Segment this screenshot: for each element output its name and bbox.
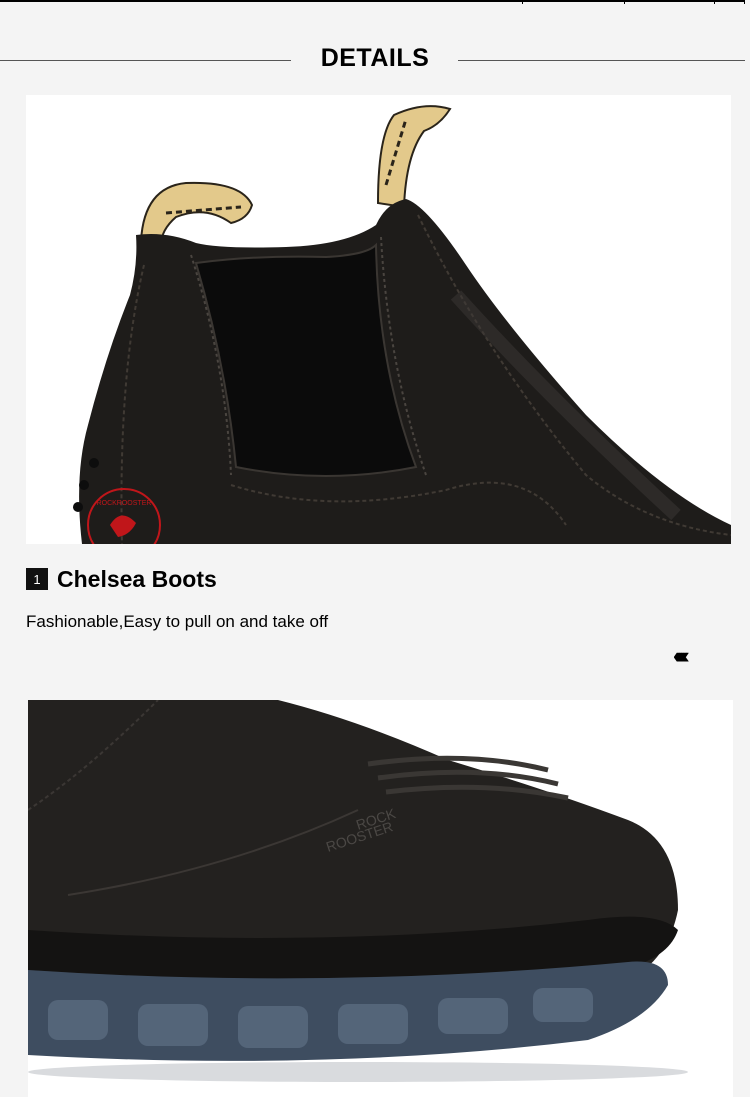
top-border-line [0,0,745,2]
feature-description: Fashionable,Easy to pull on and take off [26,612,329,631]
feature-number-badge: 1 [26,568,48,590]
svg-text:ROCKROOSTER: ROCKROOSTER [97,500,152,507]
section-title: DETAILS [320,44,430,72]
header-divider-right [458,60,745,61]
details-section-header: DETAILS [0,40,750,80]
feature-title-row: 1 Chelsea Boots [26,564,217,594]
boot-toe-photo: ROCK ROOSTER [28,700,733,1097]
feature-heading: Chelsea Boots [57,565,217,592]
chelsea-boot-side-photo: ROCKROOSTER [26,95,731,544]
scroll-arrows-icon[interactable]: ‹‹‹‹‹ [673,645,689,667]
